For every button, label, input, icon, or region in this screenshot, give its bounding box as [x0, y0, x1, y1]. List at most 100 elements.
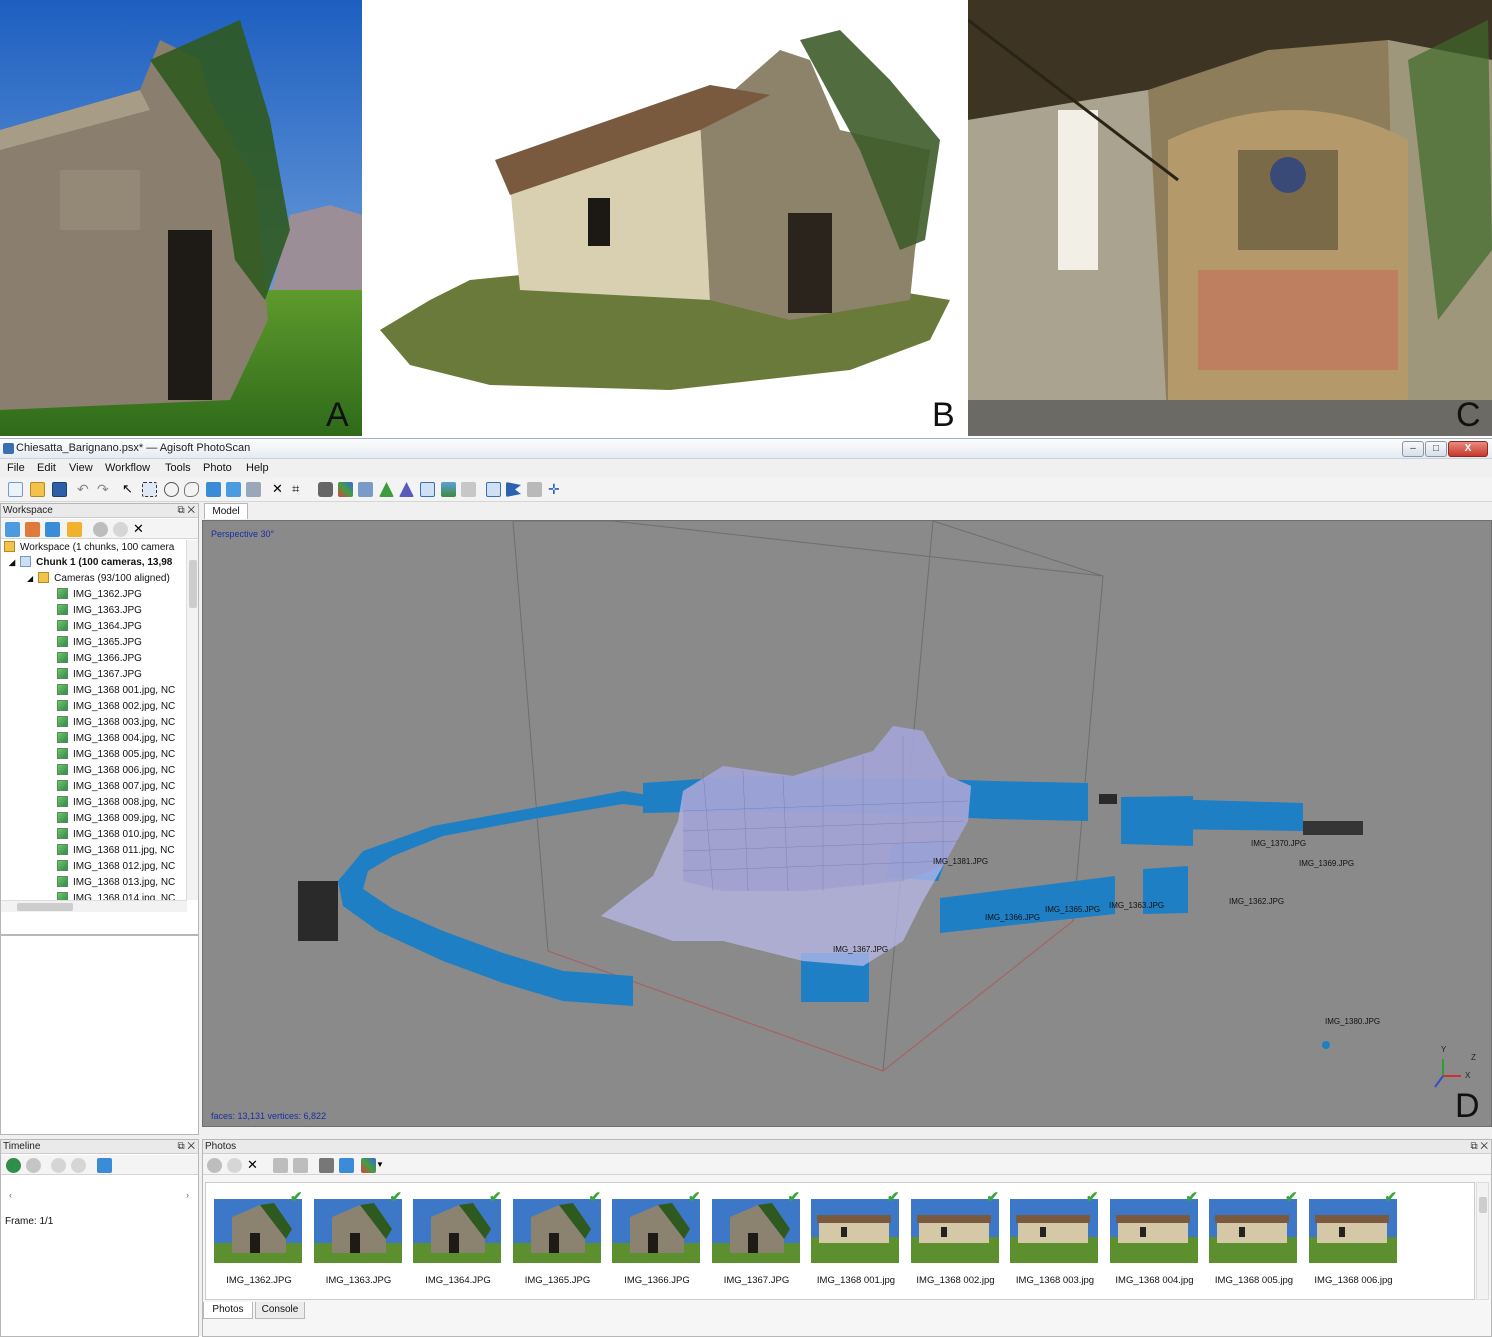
panel-close-icon[interactable]: ⧉ ✕ [177, 504, 195, 518]
collapse-arrow-icon[interactable]: ◢ [27, 574, 33, 583]
camera-list-item[interactable]: IMG_1368 006.jpg, NC [57, 763, 181, 778]
camera-list-item[interactable]: IMG_1368 004.jpg, NC [57, 731, 181, 746]
remove-frame-icon[interactable] [26, 1158, 41, 1173]
menu-workflow[interactable]: Workflow [105, 462, 150, 474]
photos-vertical-scrollbar[interactable] [1476, 1182, 1489, 1300]
add-photos-icon[interactable] [25, 522, 40, 537]
photo-thumbnail[interactable]: ✔ IMG_1366.JPG [604, 1183, 704, 1299]
markers-flag-icon[interactable] [506, 482, 521, 497]
navigation-icon[interactable] [206, 482, 221, 497]
shaded-model-icon[interactable] [379, 482, 394, 497]
scrollbar-thumb[interactable] [189, 560, 197, 608]
tree-workspace-root[interactable]: Workspace (1 chunks, 100 camera [4, 540, 186, 555]
panel-close-icon[interactable]: ⧉ ✕ [177, 1140, 195, 1154]
stop-icon[interactable] [71, 1158, 86, 1173]
menu-view[interactable]: View [69, 462, 93, 474]
collapse-arrow-icon[interactable]: ◢ [9, 558, 15, 567]
rotate-right-icon[interactable] [293, 1158, 308, 1173]
redo-icon[interactable]: ↷ [97, 482, 112, 497]
camera-list-item[interactable]: IMG_1368 009.jpg, NC [57, 811, 181, 826]
point-cloud-icon[interactable] [338, 482, 353, 497]
tree-cameras-folder[interactable]: ◢ Cameras (93/100 aligned) [27, 571, 187, 586]
new-file-icon[interactable] [8, 482, 23, 497]
timeline-settings-icon[interactable] [97, 1158, 112, 1173]
camera-list-item[interactable]: IMG_1364.JPG [57, 619, 181, 634]
move-object-icon[interactable] [226, 482, 241, 497]
menu-help[interactable]: Help [246, 462, 269, 474]
camera-list-item[interactable]: IMG_1368 005.jpg, NC [57, 747, 181, 762]
textured-model-icon[interactable] [441, 482, 456, 497]
menu-file[interactable]: File [7, 462, 25, 474]
enable-cameras-icon[interactable] [93, 522, 108, 537]
camera-list-item[interactable]: IMG_1368 003.jpg, NC [57, 715, 181, 730]
add-folder-icon[interactable] [45, 522, 60, 537]
delete-item-icon[interactable]: ✕ [133, 522, 148, 537]
tab-photos[interactable]: Photos [203, 1302, 253, 1319]
add-chunk-icon[interactable] [5, 522, 20, 537]
camera-list-item[interactable]: IMG_1368 013.jpg, NC [57, 875, 181, 890]
scrollbar-thumb[interactable] [17, 903, 73, 911]
tiled-model-icon[interactable] [461, 482, 476, 497]
photo-thumbnail[interactable]: ✔ IMG_1368 005.jpg [1201, 1183, 1301, 1299]
camera-list-item[interactable]: IMG_1363.JPG [57, 603, 181, 618]
wireframe-model-icon[interactable] [420, 482, 435, 497]
circle-select-icon[interactable] [164, 482, 179, 497]
photo-thumbnail[interactable]: ✔ IMG_1368 004.jpg [1102, 1183, 1202, 1299]
play-icon[interactable] [51, 1158, 66, 1173]
camera-list-item[interactable]: IMG_1367.JPG [57, 667, 181, 682]
tab-console[interactable]: Console [255, 1302, 305, 1319]
scrollbar-thumb[interactable] [1479, 1197, 1487, 1213]
add-frame-icon[interactable] [6, 1158, 21, 1173]
slider-left-arrow-icon[interactable]: ‹ [9, 1190, 12, 1200]
maximize-button[interactable]: □ [1425, 441, 1447, 457]
camera-list-item[interactable]: IMG_1368 007.jpg, NC [57, 779, 181, 794]
ruler-icon[interactable] [527, 482, 542, 497]
photo-thumbnail[interactable]: ✔ IMG_1364.JPG [405, 1183, 505, 1299]
photo-thumbnail[interactable]: ✔ IMG_1368 002.jpg [903, 1183, 1003, 1299]
enable-photo-icon[interactable] [207, 1158, 222, 1173]
disable-photo-icon[interactable] [227, 1158, 242, 1173]
model-viewport[interactable]: Perspective 30° faces: 13,131 vertices: … [202, 520, 1492, 1127]
open-folder-icon[interactable] [30, 482, 45, 497]
rotate-left-icon[interactable] [273, 1158, 288, 1173]
camera-list-item[interactable]: IMG_1368 002.jpg, NC [57, 699, 181, 714]
show-cameras-icon[interactable] [318, 482, 333, 497]
camera-list-item[interactable]: IMG_1368 011.jpg, NC [57, 843, 181, 858]
photo-thumbnail[interactable]: ✔ IMG_1368 001.jpg [803, 1183, 903, 1299]
minimize-button[interactable]: – [1402, 441, 1424, 457]
view-mode-icon[interactable] [361, 1158, 376, 1173]
remove-photo-icon[interactable]: ✕ [247, 1158, 262, 1173]
show-photos-icon[interactable] [486, 482, 501, 497]
solid-model-icon[interactable] [399, 482, 414, 497]
photo-thumbnail[interactable]: ✔ IMG_1367.JPG [704, 1183, 804, 1299]
workspace-vertical-scrollbar[interactable] [186, 540, 198, 900]
dense-cloud-icon[interactable] [358, 482, 373, 497]
slider-right-arrow-icon[interactable]: › [186, 1190, 189, 1200]
camera-list-item[interactable]: IMG_1365.JPG [57, 635, 181, 650]
workspace-horizontal-scrollbar[interactable] [1, 900, 187, 912]
disable-cameras-icon[interactable] [113, 522, 128, 537]
filter-photos-icon[interactable] [319, 1158, 334, 1173]
delete-selection-icon[interactable]: ✕ [272, 482, 287, 497]
scene-canvas[interactable] [203, 521, 1492, 1127]
photo-thumbnail[interactable]: ✔ IMG_1368 003.jpg [1002, 1183, 1102, 1299]
camera-list-item[interactable]: IMG_1362.JPG [57, 587, 181, 602]
photo-thumbnail[interactable]: ✔ IMG_1363.JPG [306, 1183, 406, 1299]
photo-thumbnail[interactable]: ✔ IMG_1362.JPG [206, 1183, 306, 1299]
undo-icon[interactable]: ↶ [77, 482, 92, 497]
camera-list-item[interactable]: IMG_1368 001.jpg, NC [57, 683, 181, 698]
rotate-object-icon[interactable] [246, 482, 261, 497]
photo-thumbnail[interactable]: ✔ IMG_1365.JPG [505, 1183, 605, 1299]
pointer-icon[interactable]: ↖ [122, 482, 137, 497]
menu-edit[interactable]: Edit [37, 462, 56, 474]
camera-list-item[interactable]: IMG_1368 012.jpg, NC [57, 859, 181, 874]
menu-photo[interactable]: Photo [203, 462, 232, 474]
timeline-slider[interactable]: ‹ › [7, 1190, 191, 1200]
photo-thumbnail[interactable]: ✔ IMG_1368 006.jpg [1301, 1183, 1401, 1299]
tree-chunk[interactable]: ◢ Chunk 1 (100 cameras, 13,98 [9, 555, 187, 570]
save-icon[interactable] [52, 482, 67, 497]
panel-close-icon[interactable]: ⧉ ✕ [1470, 1140, 1488, 1154]
remove-items-icon[interactable] [67, 522, 82, 537]
reset-view-icon[interactable]: ✛ [548, 482, 563, 497]
close-button[interactable]: X [1448, 441, 1488, 457]
